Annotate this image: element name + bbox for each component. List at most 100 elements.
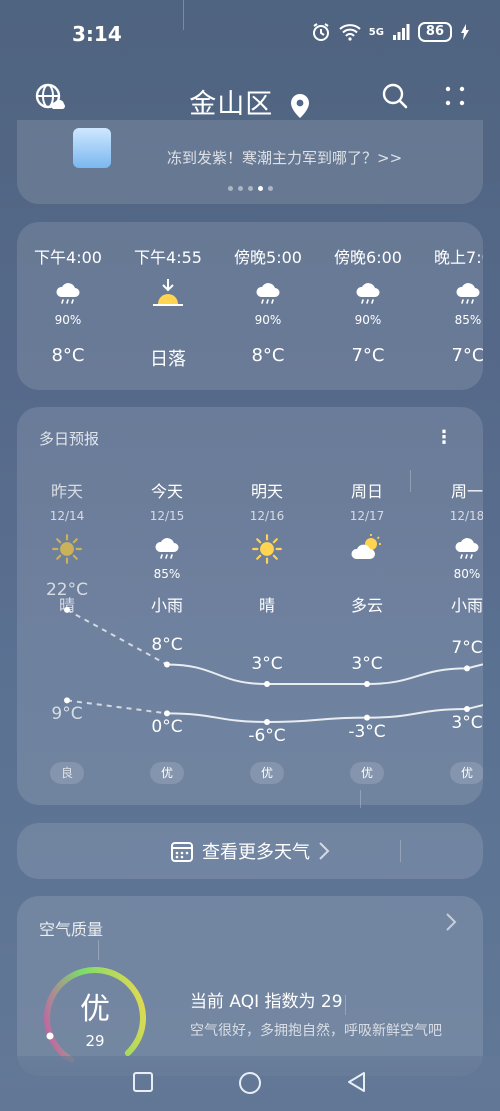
hourly-icon xyxy=(118,278,218,312)
daily-date: 12/18 xyxy=(449,509,483,523)
charging-icon xyxy=(461,24,469,40)
rain-cloud-icon xyxy=(456,283,480,304)
hourly-time: 傍晚5:00 xyxy=(234,248,302,267)
daily-forecast[interactable]: 多日预报 ⋮ 昨天 12/14 晴 22°C 9°C 良 今天 12/15 85% 小雨… xyxy=(17,407,483,805)
hourly-temp: 7°C xyxy=(451,345,483,366)
rain-cloud-icon xyxy=(455,538,479,559)
location-title[interactable]: 金山区 xyxy=(0,82,500,121)
daily-date: 12/15 xyxy=(149,509,185,523)
more-dots-icon xyxy=(445,86,465,106)
recents-button[interactable] xyxy=(132,1071,154,1093)
back-button[interactable] xyxy=(346,1071,368,1093)
daily-day: 周一 xyxy=(450,482,483,501)
hourly-temp: 日落 xyxy=(150,349,186,370)
hourly-icon xyxy=(18,278,118,312)
hourly-time: 晚上7:00 xyxy=(434,248,483,267)
carousel-dot xyxy=(227,186,233,191)
aqi-description: 空气很好，多拥抱自然，呼吸新鲜空气吧 xyxy=(190,1023,442,1039)
daily-high-temp: 8°C xyxy=(151,634,183,655)
daily-condition: 晴 xyxy=(258,596,275,615)
daily-icon xyxy=(317,533,417,567)
wifi-icon xyxy=(339,24,361,41)
aqi-level: 优 xyxy=(80,992,110,1027)
daily-aqi-chip: 优 xyxy=(150,762,184,784)
high-temp-point xyxy=(164,661,170,668)
hourly-precip: 90% xyxy=(254,313,282,327)
alarm-icon xyxy=(312,23,329,41)
high-temp-line xyxy=(166,663,483,685)
rain-cloud-icon xyxy=(155,538,179,559)
hourly-precip: 90% xyxy=(354,313,382,327)
daily-icon xyxy=(117,533,217,567)
daily-date: 12/14 xyxy=(49,509,85,523)
search-icon xyxy=(382,83,408,109)
high-temp-point xyxy=(364,681,370,687)
daily-item[interactable]: 今天 12/15 85% 小雨 xyxy=(117,478,217,616)
news-headline[interactable]: 冻到发紫！寒潮主力军到哪了？>> xyxy=(167,147,402,168)
daily-icon xyxy=(217,533,317,567)
daily-aqi-chip: 优 xyxy=(350,762,384,784)
daily-menu-button[interactable]: ⋮ xyxy=(435,427,453,448)
signal-icon xyxy=(392,24,410,40)
home-button[interactable] xyxy=(238,1071,262,1095)
daily-high-temp: 22°C xyxy=(45,579,88,600)
location-pin-icon xyxy=(290,93,309,118)
network-label: 5G xyxy=(368,26,384,38)
daily-low-temp: -6°C xyxy=(248,726,286,746)
daily-low-temp: 9°C xyxy=(51,704,83,725)
carousel-dot xyxy=(237,186,243,191)
hourly-temp: 8°C xyxy=(51,345,85,366)
daily-aqi-chip: 优 xyxy=(250,762,284,784)
daily-high-temp: 3°C xyxy=(351,654,383,674)
rain-cloud-icon xyxy=(356,283,380,304)
daily-aqi-chip: 良 xyxy=(50,762,84,784)
daily-icon xyxy=(417,533,483,567)
daily-day: 明天 xyxy=(250,482,283,501)
carousel-dot xyxy=(257,186,263,191)
daily-high-temp: 3°C xyxy=(251,654,283,674)
daily-condition: 小雨 xyxy=(150,596,183,615)
daily-item[interactable]: 周日 12/17 多云 xyxy=(317,478,417,616)
hourly-item: 晚上7:00 85% 7°C xyxy=(418,244,483,366)
location-name: 金山区 xyxy=(189,89,274,120)
aqi-headline: 当前 AQI 指数为 29 xyxy=(190,992,343,1012)
system-nav-bar xyxy=(0,1056,500,1111)
air-quality-card[interactable]: 空气质量 优 29 当前 AQI 指数为 29 空气很好，多拥抱自然，呼吸新鲜空… xyxy=(17,896,483,1076)
more-weather-label: 查看更多天气 xyxy=(202,842,310,863)
sun-icon xyxy=(252,534,282,564)
more-options-button[interactable] xyxy=(443,84,467,112)
news-thumbnail xyxy=(73,128,111,168)
hourly-item: 下午4:00 90% 8°C xyxy=(18,244,118,366)
daily-precip: 80% xyxy=(453,567,481,581)
hourly-icon xyxy=(318,278,418,312)
hourly-item: 下午4:55 日落 xyxy=(118,244,218,371)
daily-low-temp: 0°C xyxy=(151,717,183,738)
carousel-dots xyxy=(17,186,483,191)
low-temp-point xyxy=(64,697,70,704)
chevron-right-icon[interactable] xyxy=(445,912,457,932)
daily-precip xyxy=(217,567,317,581)
low-temp-line xyxy=(166,704,483,724)
daily-item[interactable]: 周一 12/18 80% 小雨 xyxy=(417,478,483,616)
low-temp-point xyxy=(164,710,170,717)
daily-precip: 85% xyxy=(153,567,181,581)
daily-icon xyxy=(17,533,117,567)
news-carousel[interactable]: 冻到发紫！寒潮主力军到哪了？>> xyxy=(17,120,483,204)
daily-low-temp: -3°C xyxy=(348,721,386,742)
carousel-dot xyxy=(247,186,253,191)
sun-icon xyxy=(52,534,82,564)
hourly-forecast[interactable]: 下午4:00 90% 8°C 下午4:55 日落 傍晚5:00 90% 8°C 傍晚6… xyxy=(17,222,483,390)
rain-cloud-icon xyxy=(56,283,80,304)
hourly-precip: 90% xyxy=(54,313,82,327)
carousel-dot xyxy=(267,186,273,191)
daily-item[interactable]: 明天 12/16 晴 xyxy=(217,478,317,616)
daily-high-temp: 7°C xyxy=(451,638,483,659)
hourly-temp: 7°C xyxy=(351,345,385,366)
hourly-icon xyxy=(218,278,318,312)
status-icons: 5G 86 xyxy=(311,22,470,42)
high-temp-point xyxy=(464,665,470,672)
more-weather-button[interactable]: 查看更多天气 xyxy=(17,823,483,879)
daily-condition: 小雨 xyxy=(450,596,483,615)
hourly-temp: 8°C xyxy=(251,345,285,366)
search-button[interactable] xyxy=(381,82,409,114)
